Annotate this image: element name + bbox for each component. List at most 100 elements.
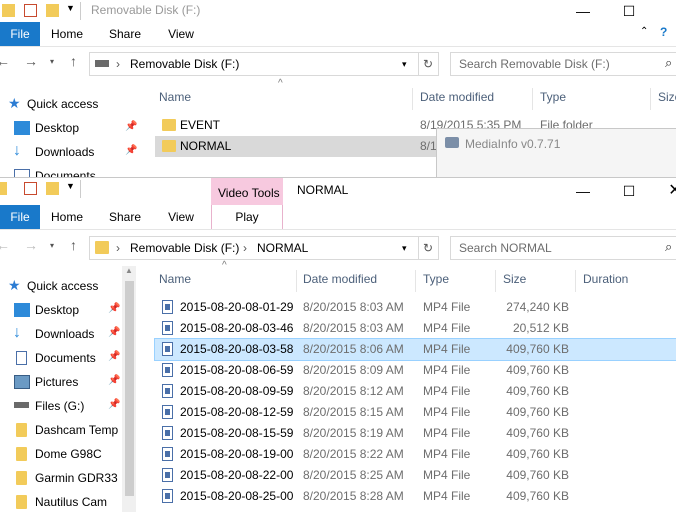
mp4-file-icon [162, 363, 173, 377]
close-button[interactable]: ✕ [652, 180, 676, 202]
pin-icon[interactable]: 📌 [108, 327, 120, 338]
refresh-icon[interactable]: ↻ [418, 52, 439, 76]
tab-view[interactable]: View [158, 22, 204, 46]
cell-date: 8/20/2015 8:25 AM [303, 468, 404, 482]
forward-arrow-icon[interactable]: → [24, 53, 38, 69]
forward-arrow-icon[interactable]: → [24, 237, 38, 253]
pin-icon[interactable]: 📌 [125, 145, 137, 156]
mediainfo-window[interactable]: MediaInfo v0.7.71 [436, 128, 676, 180]
sidebar-item-pictures[interactable]: Pictures 📌 [0, 370, 140, 394]
pin-icon[interactable]: 📌 [108, 375, 120, 386]
cell-name: 2015-08-20-08-15-59 [180, 426, 294, 440]
chevron-up-icon[interactable]: ⌃ [640, 26, 648, 37]
tab-file[interactable]: File [0, 205, 40, 229]
new-folder-icon[interactable] [46, 4, 59, 17]
tab-home[interactable]: Home [44, 205, 90, 229]
table-row[interactable]: 2015-08-20-08-19-00 8/20/2015 8:22 AM MP4 … [155, 444, 676, 465]
breadcrumb-chevron-icon[interactable]: › [116, 241, 120, 255]
pin-icon[interactable]: 📌 [108, 303, 120, 314]
column-size[interactable]: Size [503, 266, 526, 292]
scroll-up-arrow-icon[interactable]: ▲ [125, 266, 133, 275]
cell-type: MP4 File [423, 363, 471, 377]
pin-icon[interactable]: 📌 [108, 399, 120, 410]
up-arrow-icon[interactable]: ↑ [70, 53, 77, 69]
column-name[interactable]: Name [159, 266, 191, 292]
cell-size: 409,760 KB [506, 468, 569, 482]
search-input[interactable]: Search Removable Disk (F:) ⌕ [450, 52, 676, 76]
sidebar-item-nautilus-cam[interactable]: Nautilus Cam [0, 490, 140, 512]
cell-date: 8/20/2015 8:03 AM [303, 300, 404, 314]
sidebar-item-garmin-gdr33[interactable]: Garmin GDR33 [0, 466, 140, 490]
new-folder-icon[interactable] [46, 182, 59, 195]
qat-dropdown-icon[interactable]: ▼ [66, 181, 75, 191]
quick-access-item[interactable]: ★ Quick access [0, 274, 140, 298]
sidebar-scrollbar[interactable]: ▲ [122, 266, 136, 512]
sidebar-item-files-g[interactable]: Files (G:) 📌 [0, 394, 140, 418]
folder-icon [16, 447, 27, 461]
column-type[interactable]: Type [540, 84, 566, 110]
minimize-button[interactable]: — [560, 0, 606, 22]
pin-icon[interactable]: 📌 [125, 121, 137, 132]
table-row[interactable]: 2015-08-20-08-03-46 8/20/2015 8:03 AM MP4 … [155, 318, 676, 339]
properties-icon[interactable] [24, 4, 37, 17]
maximize-button[interactable]: ☐ [606, 180, 652, 202]
up-arrow-icon[interactable]: ↑ [70, 237, 77, 253]
refresh-icon[interactable]: ↻ [418, 236, 439, 260]
cell-name: 2015-08-20-08-25-00 [180, 489, 294, 503]
column-duration[interactable]: Duration [583, 266, 628, 292]
address-bar[interactable]: › Removable Disk (F:) › NORMAL ▾ [89, 236, 419, 260]
back-arrow-icon[interactable]: ← [0, 53, 10, 69]
table-row[interactable]: 2015-08-20-08-12-59 8/20/2015 8:15 AM MP4 … [155, 402, 676, 423]
table-row[interactable]: 2015-08-20-08-15-59 8/20/2015 8:19 AM MP4 … [155, 423, 676, 444]
sidebar-item-documents[interactable]: Documents 📌 [0, 346, 140, 370]
tab-share[interactable]: Share [102, 22, 148, 46]
sidebar-item-dashcam-temp[interactable]: Dashcam Temp [0, 418, 140, 442]
tab-play[interactable]: Play [211, 205, 283, 229]
quick-access-item[interactable]: ★ Quick access [0, 92, 140, 116]
table-row-selected[interactable]: 2015-08-20-08-03-58 8/20/2015 8:06 AM MP4 … [154, 338, 676, 361]
cell-name: 2015-08-20-08-03-58 [180, 342, 294, 356]
breadcrumb-removable-disk[interactable]: Removable Disk (F:) [130, 241, 239, 255]
search-input[interactable]: Search NORMAL ⌕ [450, 236, 676, 260]
recent-dropdown-icon[interactable]: ▾ [50, 241, 54, 250]
table-row[interactable]: 2015-08-20-08-06-59 8/20/2015 8:09 AM MP4 … [155, 360, 676, 381]
breadcrumb-chevron-icon[interactable]: › [243, 241, 247, 255]
address-dropdown-icon[interactable]: ▾ [402, 59, 407, 70]
column-name[interactable]: Name [159, 84, 191, 110]
table-row[interactable]: 2015-08-20-08-25-00 8/20/2015 8:28 AM MP4 … [155, 486, 676, 507]
properties-icon[interactable] [24, 182, 37, 195]
sidebar-item-desktop[interactable]: Desktop 📌 [0, 298, 140, 322]
maximize-button[interactable]: ☐ [606, 0, 652, 22]
help-icon[interactable]: ? [660, 25, 667, 39]
column-date-modified[interactable]: Date modified [303, 266, 377, 292]
back-arrow-icon[interactable]: ← [0, 237, 10, 253]
breadcrumb-normal[interactable]: NORMAL [257, 241, 308, 255]
breadcrumb-chevron-icon[interactable]: › [116, 57, 120, 71]
address-bar[interactable]: › Removable Disk (F:) ▾ [89, 52, 419, 76]
address-dropdown-icon[interactable]: ▾ [402, 243, 407, 254]
table-row[interactable]: 2015-08-20-08-09-59 8/20/2015 8:12 AM MP4 … [155, 381, 676, 402]
column-date-modified[interactable]: Date modified [420, 84, 494, 110]
mp4-file-icon [162, 468, 173, 482]
scrollbar-thumb[interactable] [125, 281, 134, 496]
tab-share[interactable]: Share [102, 205, 148, 229]
table-row[interactable]: 2015-08-20-08-22-00 8/20/2015 8:25 AM MP4 … [155, 465, 676, 486]
table-row[interactable]: 2015-08-20-08-01-29 8/20/2015 8:03 AM MP4 … [155, 297, 676, 318]
tab-file[interactable]: File [0, 22, 40, 46]
tab-view[interactable]: View [158, 205, 204, 229]
column-size[interactable]: Size [658, 84, 676, 110]
sidebar-item-desktop[interactable]: Desktop 📌 [0, 116, 140, 140]
pin-icon[interactable]: 📌 [108, 351, 120, 362]
sidebar-item-dome-g98c[interactable]: Dome G98C [0, 442, 140, 466]
sidebar-item-downloads[interactable]: ↓ Downloads 📌 [0, 140, 140, 164]
sidebar-item-downloads[interactable]: ↓ Downloads 📌 [0, 322, 140, 346]
minimize-button[interactable]: — [560, 180, 606, 202]
folder-icon [16, 423, 27, 437]
breadcrumb-removable-disk[interactable]: Removable Disk (F:) [130, 57, 239, 71]
column-type[interactable]: Type [423, 266, 449, 292]
recent-dropdown-icon[interactable]: ▾ [50, 57, 54, 66]
cell-name: 2015-08-20-08-01-29 [180, 300, 294, 314]
qat-dropdown-icon[interactable]: ▼ [66, 3, 75, 13]
cell-type: MP4 File [423, 405, 471, 419]
tab-home[interactable]: Home [44, 22, 90, 46]
